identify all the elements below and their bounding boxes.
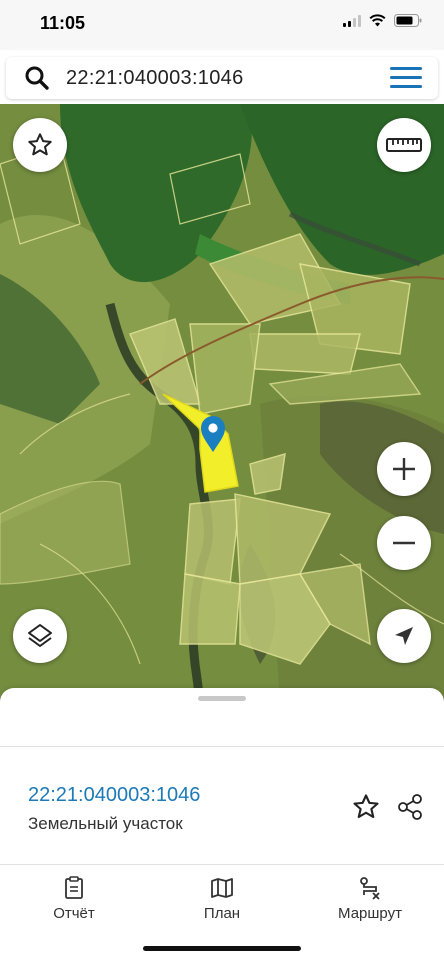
tab-label: Маршрут [338,905,402,922]
search-input[interactable]: 22:21:040003:1046 [66,67,244,90]
tab-plan[interactable]: План [157,876,287,922]
report-icon [65,876,83,899]
menu-icon[interactable] [390,67,422,89]
favorite-parcel-button[interactable] [350,791,382,823]
layers-button[interactable] [13,609,67,663]
share-button[interactable] [394,791,426,823]
zoom-in-icon[interactable] [390,455,418,483]
home-indicator[interactable] [143,946,301,951]
sheet-grabber[interactable] [198,696,246,701]
tab-label: План [203,905,241,922]
satellite-map[interactable] [0,104,444,704]
wifi-icon [369,14,386,27]
favorite-icon[interactable] [26,131,54,159]
search-icon[interactable] [24,65,50,91]
route-icon [360,877,380,900]
divider [0,746,444,747]
favorite-button[interactable] [13,118,67,172]
ruler-icon[interactable] [386,136,422,154]
locate-icon[interactable] [392,624,416,648]
parcel-type: Земельный участок [28,814,183,833]
status-icons [343,14,422,27]
zoom-in-button[interactable] [377,442,431,496]
location-marker-icon[interactable] [199,415,227,453]
zoom-out-icon[interactable] [390,529,418,557]
divider [0,864,444,865]
status-time: 11:05 [40,13,86,33]
search-bar[interactable]: 22:21:040003:1046 [6,57,438,99]
bottom-sheet[interactable]: 22:21:040003:1046 Земельный участок Отчё… [0,688,444,960]
battery-icon [394,14,422,27]
share-icon[interactable] [395,792,425,822]
zoom-out-button[interactable] [377,516,431,570]
status-bar: 11:05 [0,0,444,50]
tab-route[interactable]: Маршрут [305,876,435,922]
tab-label: Отчёт [53,905,95,922]
map-imagery [0,104,444,704]
layers-icon[interactable] [25,621,55,651]
parcel-id[interactable]: 22:21:040003:1046 [28,784,200,807]
map-icon [211,878,233,898]
ruler-button[interactable] [377,118,431,172]
tab-report[interactable]: Отчёт [9,876,139,922]
cellular-signal-icon [343,14,361,27]
locate-button[interactable] [377,609,431,663]
star-icon[interactable] [351,792,381,822]
